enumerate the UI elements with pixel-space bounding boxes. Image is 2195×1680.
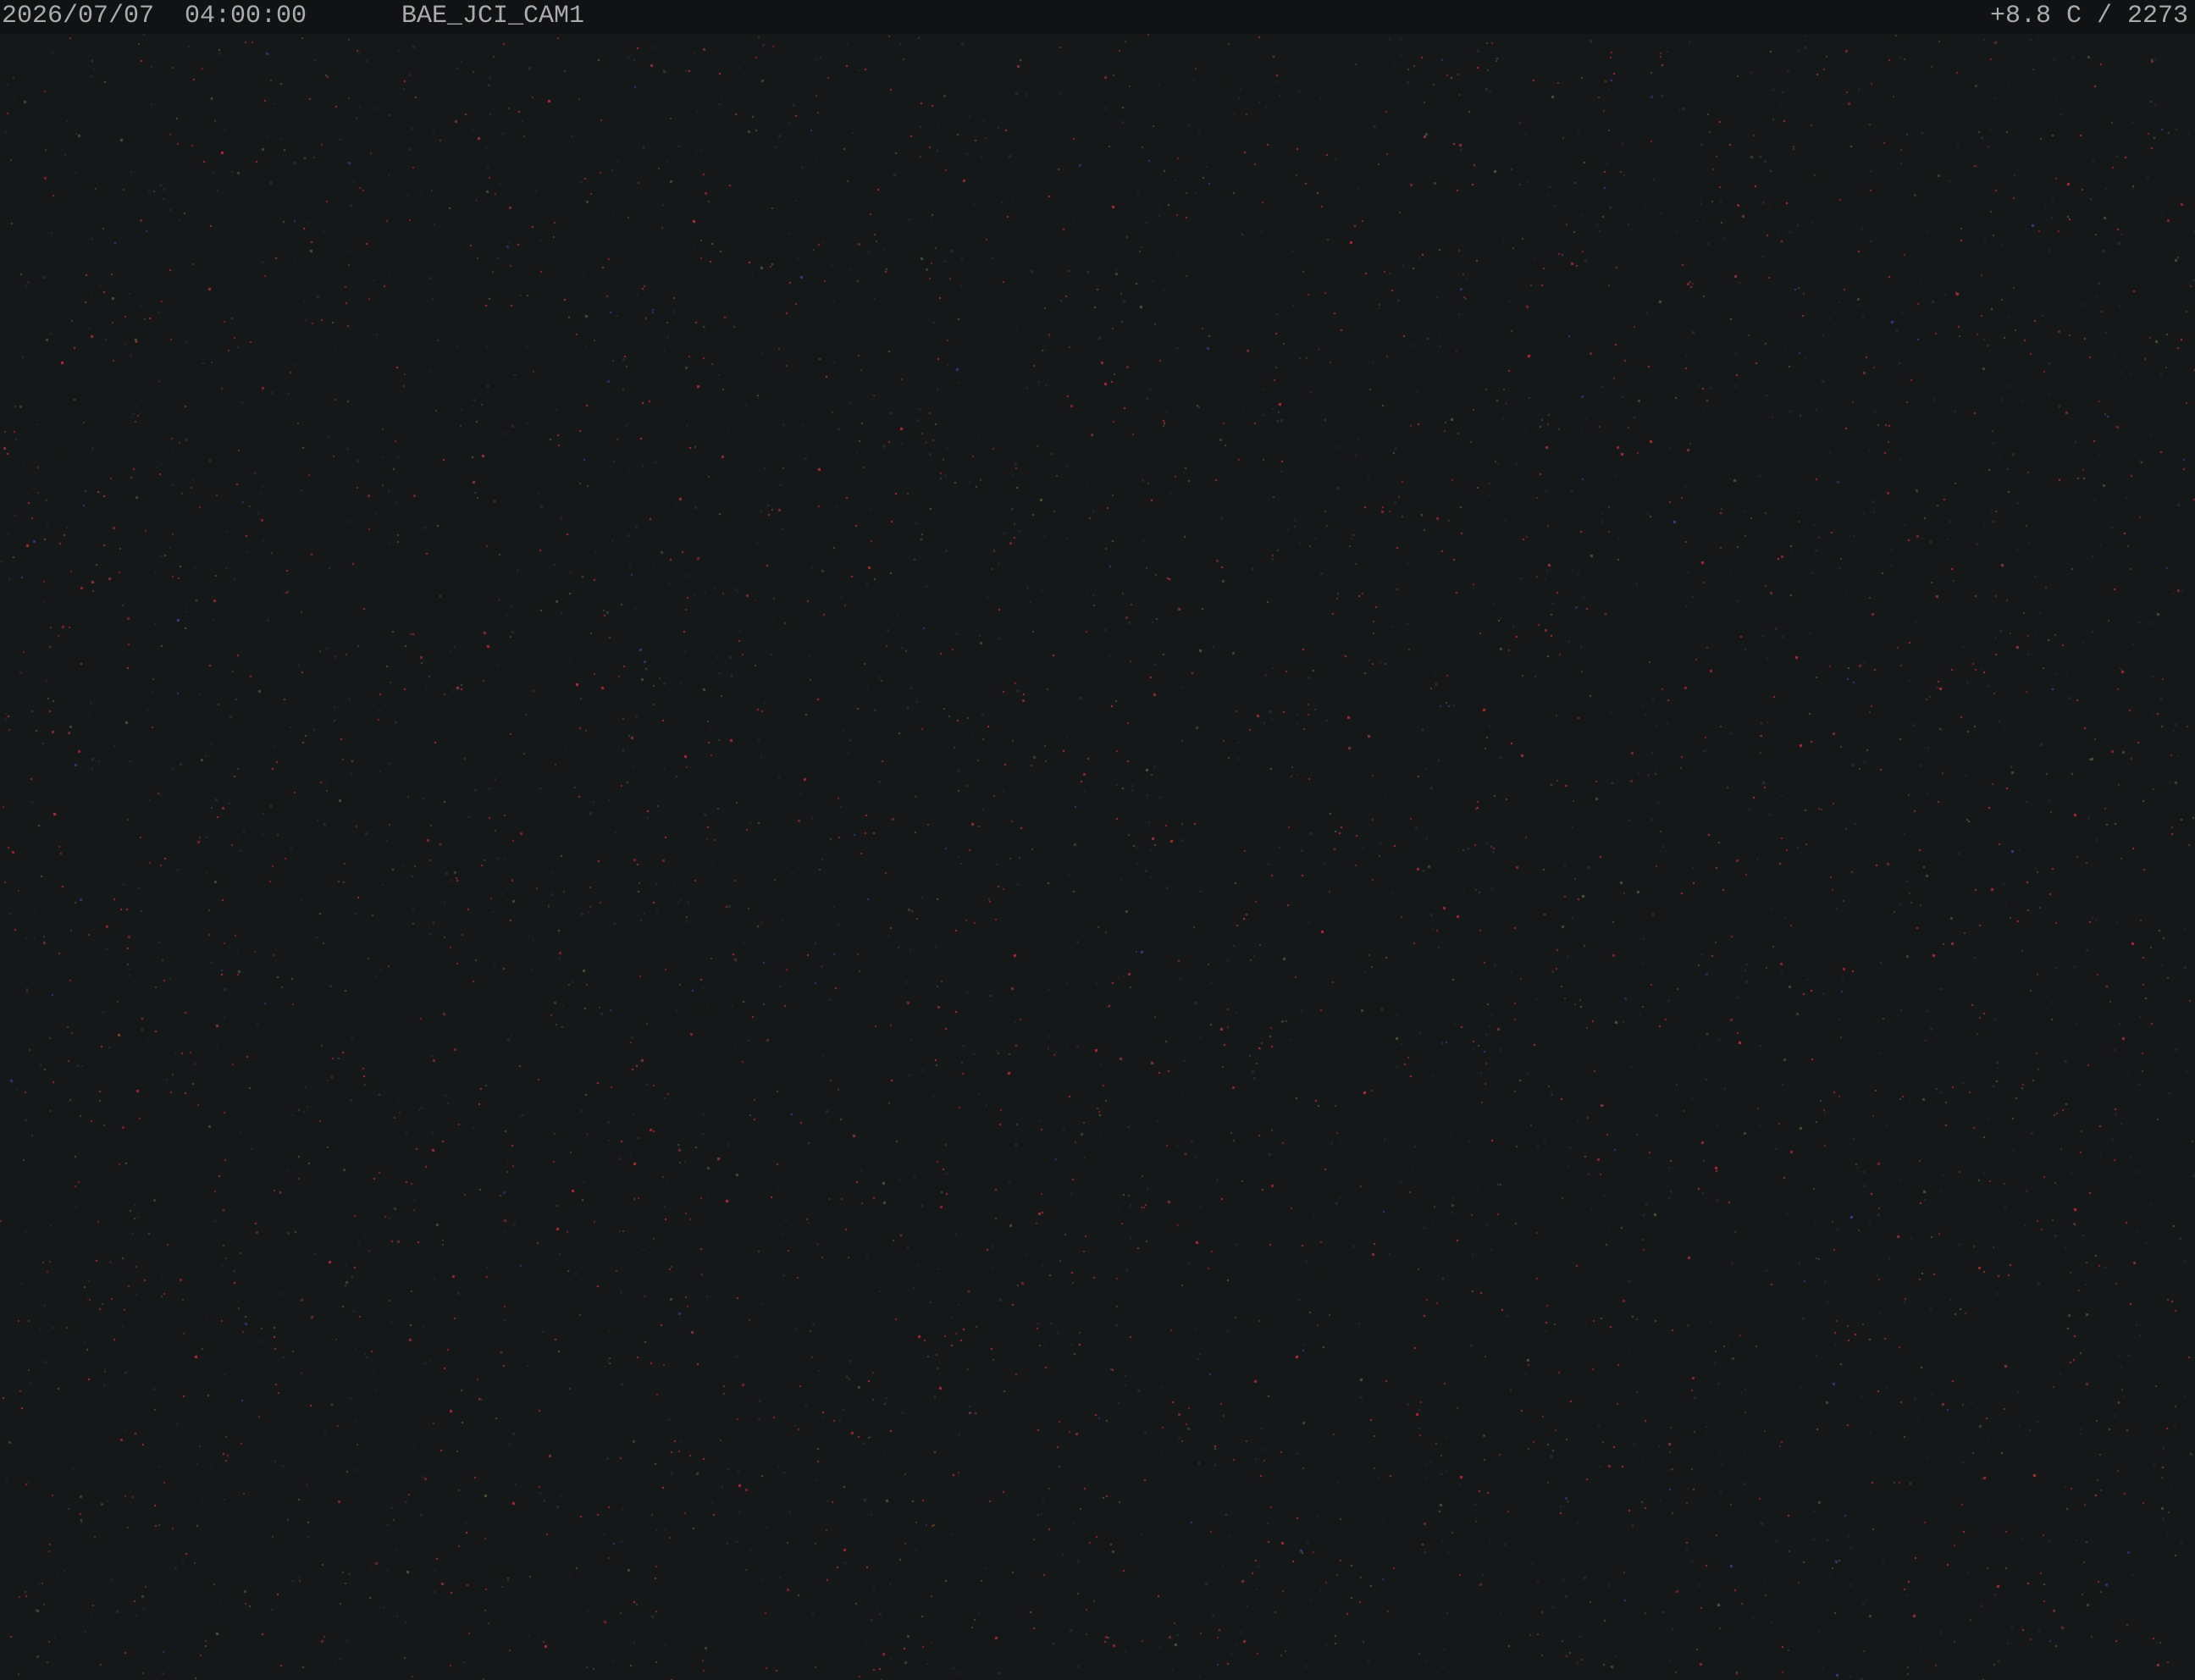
sensor-noise-sky [0,34,2195,1680]
timestamp-label: 2026/07/07 04:00:00 [2,2,307,30]
camera-frame: 2026/07/07 04:00:00 BAE_JCI_CAM1 +8.8 C … [0,0,2195,1680]
camera-overlay-bar: 2026/07/07 04:00:00 BAE_JCI_CAM1 +8.8 C … [0,0,2195,34]
temperature-readout: +8.8 C / 2273 [1989,2,2188,30]
camera-id-label: BAE_JCI_CAM1 [401,2,585,30]
